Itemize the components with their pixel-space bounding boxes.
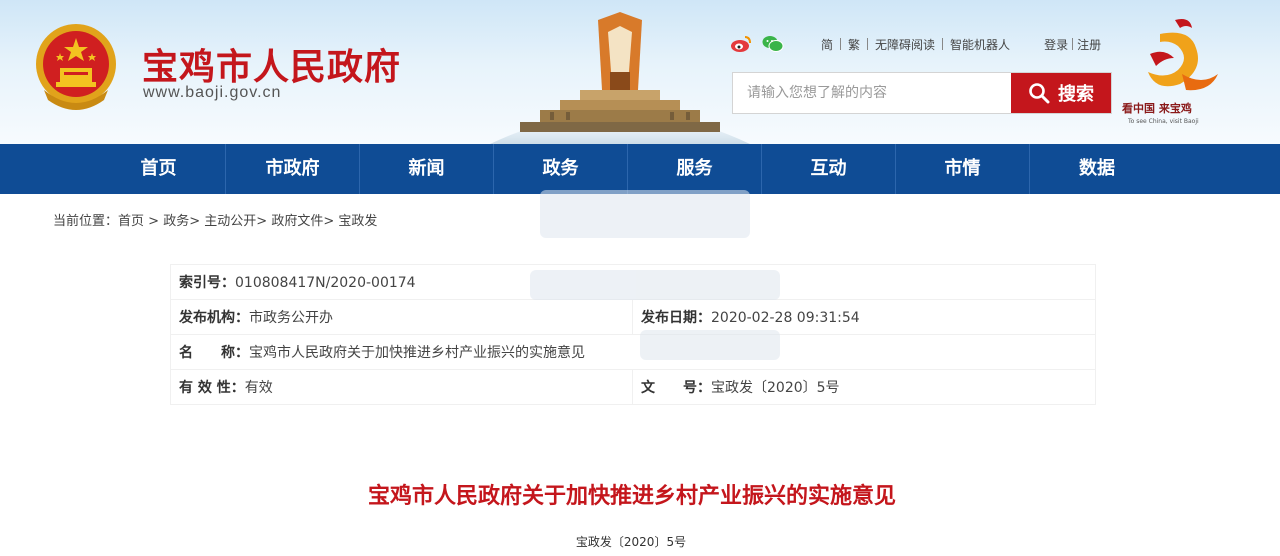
index-value: 010808417N/2020-00174 — [235, 275, 416, 291]
login-link[interactable]: 登录 — [1037, 36, 1072, 53]
table-row: 名 称：宝鸡市人民政府关于加快推进乡村产业振兴的实施意见 — [170, 334, 1096, 370]
org-value: 市政务公开办 — [249, 310, 333, 326]
main-nav: 首页 市政府 新闻 政务 服务 互动 市情 数据 — [0, 144, 1280, 194]
breadcrumb-item-public[interactable]: 主动公开 — [204, 214, 256, 229]
docno-cell: 文 号：宝政发〔2020〕5号 — [632, 369, 1096, 405]
nav-item-news[interactable]: 新闻 — [360, 144, 494, 194]
table-row: 发布机构：市政务公开办 发布日期：2020-02-28 09:31:54 — [170, 299, 1096, 335]
validity-cell: 有 效 性：有效 — [170, 369, 633, 405]
search-button-label: 搜索 — [1058, 84, 1094, 105]
city-slogan: 看中国 来宝鸡 — [1122, 102, 1192, 115]
smart-robot-link[interactable]: 智能机器人 — [943, 36, 1017, 53]
name-label: 名 称： — [179, 345, 249, 361]
date-label: 发布日期： — [641, 310, 711, 326]
docno-label: 文 号： — [641, 380, 711, 396]
nav-item-services[interactable]: 服务 — [628, 144, 762, 194]
search-box: 搜索 — [732, 72, 1112, 114]
breadcrumb-item-baozhengfa[interactable]: 宝政发 — [338, 214, 377, 229]
city-slogan-english: To see China, visit Baoji — [1128, 118, 1199, 125]
wechat-icon[interactable] — [762, 34, 784, 54]
breadcrumb: 当前位置：首页 > 政务> 主动公开> 政府文件> 宝政发 — [53, 210, 377, 229]
article-doc-number: 宝政发〔2020〕5号 — [575, 535, 687, 549]
site-url[interactable]: www.baoji.gov.cn — [143, 84, 281, 102]
nav-item-interaction[interactable]: 互动 — [762, 144, 896, 194]
search-input[interactable] — [733, 73, 1011, 113]
article-title: 宝鸡市人民政府关于加快推进乡村产业振兴的实施意见 — [367, 484, 896, 509]
nav-item-data[interactable]: 数据 — [1030, 144, 1164, 194]
simplified-chinese-link[interactable]: 简 — [814, 36, 840, 53]
breadcrumb-separator: > — [323, 214, 335, 229]
national-emblem-icon — [36, 24, 116, 110]
register-link[interactable]: 注册 — [1073, 36, 1108, 53]
table-row: 索引号：010808417N/2020-00174 — [170, 264, 1096, 300]
accessible-reading-link[interactable]: 无障碍阅读 — [868, 36, 942, 53]
site-title[interactable]: 宝鸡市人民政府 — [142, 38, 401, 90]
org-label: 发布机构： — [179, 310, 249, 326]
date-value: 2020-02-28 09:31:54 — [711, 310, 860, 326]
document-metadata-table: 索引号：010808417N/2020-00174 发布机构：市政务公开办 发布… — [170, 264, 1096, 405]
phoenix-logo-icon — [1148, 19, 1218, 91]
date-cell: 发布日期：2020-02-28 09:31:54 — [632, 299, 1096, 335]
docno-value: 宝政发〔2020〕5号 — [711, 380, 840, 396]
breadcrumb-item-affairs[interactable]: 政务 — [163, 214, 189, 229]
org-cell: 发布机构：市政务公开办 — [170, 299, 633, 335]
nav-item-affairs[interactable]: 政务 — [494, 144, 628, 194]
validity-label: 有 效 性： — [179, 380, 245, 396]
search-icon — [1029, 83, 1050, 104]
index-label: 索引号： — [179, 275, 235, 291]
index-cell: 索引号：010808417N/2020-00174 — [170, 264, 1096, 300]
nav-item-home[interactable]: 首页 — [92, 144, 226, 194]
traditional-chinese-link[interactable]: 繁 — [841, 36, 867, 53]
nav-item-government[interactable]: 市政府 — [226, 144, 360, 194]
breadcrumb-separator: > — [148, 214, 160, 229]
search-button[interactable]: 搜索 — [1011, 73, 1111, 113]
weibo-icon[interactable] — [730, 34, 752, 54]
city-brand-logo: 看中国 来宝鸡 To see China, visit Baoji — [1120, 14, 1230, 134]
breadcrumb-item-gov-docs[interactable]: 政府文件 — [271, 214, 323, 229]
top-links-bar: 简 繁 无障碍阅读 智能机器人 登录 注册 — [730, 34, 1108, 54]
breadcrumb-prefix: 当前位置： — [53, 214, 119, 229]
landmark-building-illustration — [490, 12, 750, 144]
table-row: 有 效 性：有效 文 号：宝政发〔2020〕5号 — [170, 369, 1096, 405]
breadcrumb-separator: > — [189, 214, 201, 229]
name-cell: 名 称：宝鸡市人民政府关于加快推进乡村产业振兴的实施意见 — [170, 334, 1096, 370]
nav-item-city-info[interactable]: 市情 — [896, 144, 1030, 194]
breadcrumb-separator: > — [256, 214, 268, 229]
name-value: 宝鸡市人民政府关于加快推进乡村产业振兴的实施意见 — [249, 345, 585, 361]
validity-value: 有效 — [244, 380, 273, 396]
breadcrumb-item-home[interactable]: 首页 — [118, 214, 144, 229]
site-header: 宝鸡市人民政府 www.baoji.gov.cn 简 繁 无障碍阅读 智能机器人… — [0, 0, 1280, 144]
